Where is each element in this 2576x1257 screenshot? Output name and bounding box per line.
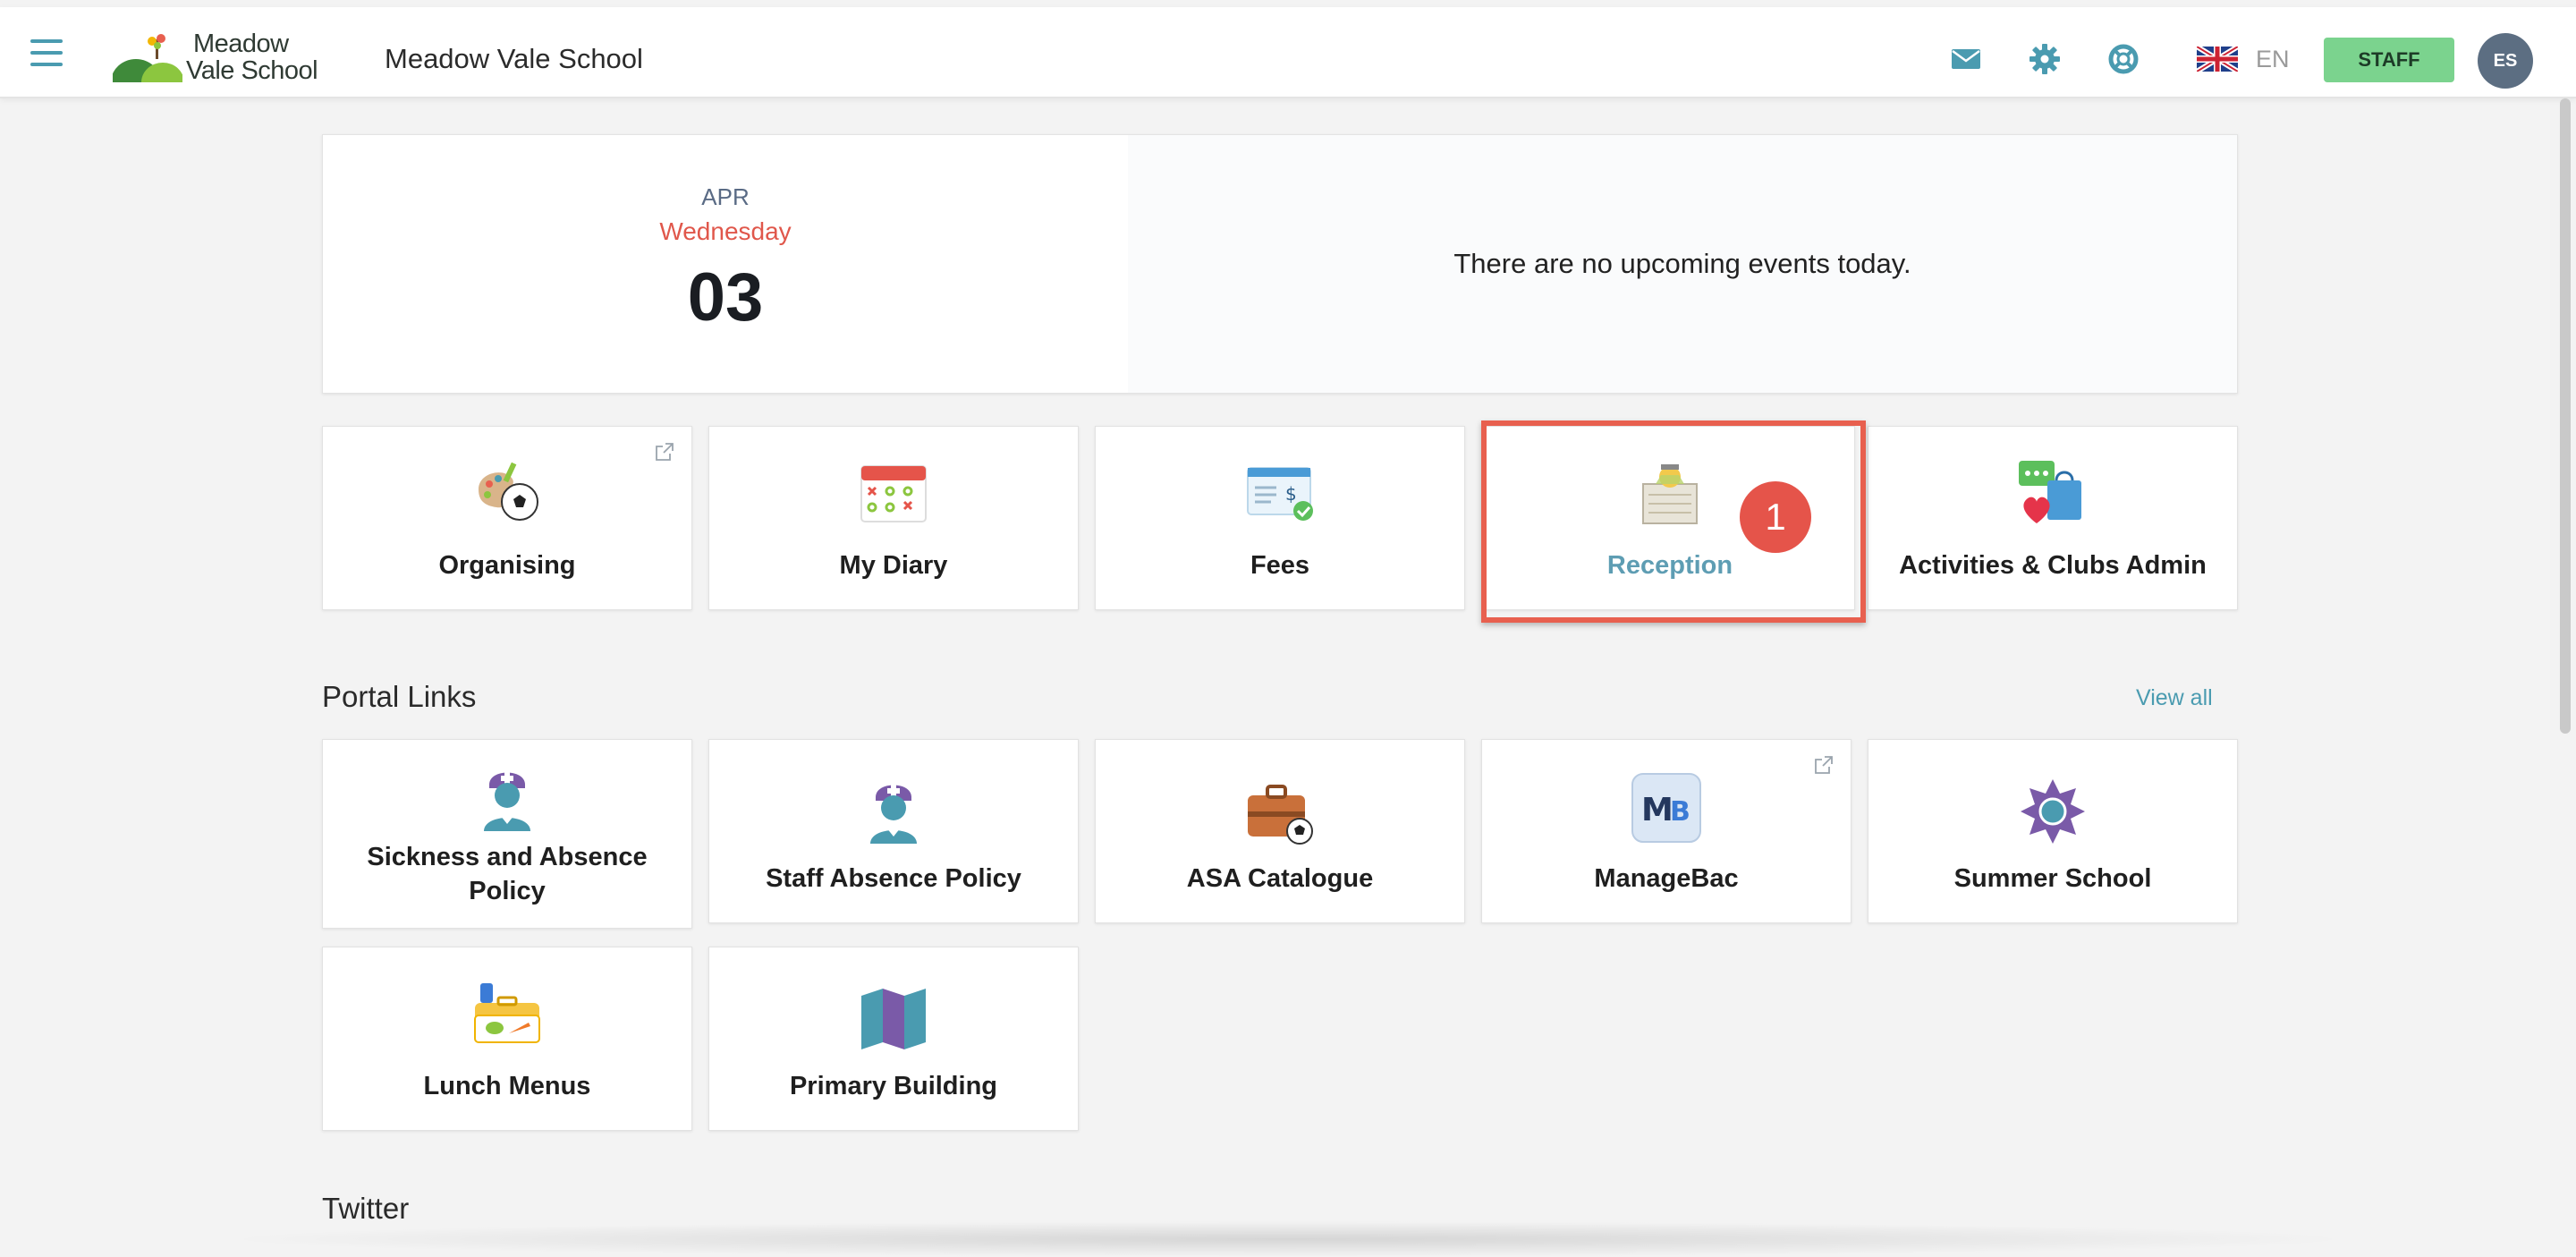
external-link-icon: [656, 443, 674, 461]
app-tile-activities-clubs-admin[interactable]: Activities & Clubs Admin: [1868, 426, 2238, 610]
portal-tile-label: Summer School: [1953, 864, 2152, 893]
sports-bag-icon: [1248, 785, 1313, 845]
gear-icon[interactable]: [2029, 43, 2061, 75]
portal-tile-label: ASA Catalogue: [1186, 864, 1374, 893]
uk-flag-icon: [2197, 47, 2238, 72]
app-tile-label: Fees: [1250, 551, 1310, 580]
portal-tile-summer-school[interactable]: Summer School: [1868, 739, 2238, 923]
lifebuoy-icon[interactable]: [2107, 43, 2140, 75]
staff-role-button[interactable]: STAFF: [2324, 38, 2454, 82]
step-badge: 1: [1740, 481, 1811, 553]
invoice-icon: $: [1247, 467, 1313, 521]
bottom-shadow: [215, 1221, 2361, 1257]
events-panel: There are no upcoming events today.: [1128, 135, 2237, 393]
portal-tile-asa-catalogue[interactable]: ASA Catalogue: [1095, 739, 1465, 923]
app-tile-label: Organising: [438, 551, 576, 580]
date-display: APR Wednesday 03: [323, 135, 1128, 393]
nurse-icon: [484, 772, 530, 831]
school-logo[interactable]: Meadow Vale School: [113, 25, 327, 88]
portal-links-title: Portal Links: [322, 680, 477, 713]
day-number: 03: [687, 259, 764, 335]
svg-text:M: M: [1641, 792, 1674, 828]
app-tile-label: Activities & Clubs Admin: [1899, 551, 2207, 580]
portal-tile-label: ManageBac: [1594, 864, 1739, 893]
top-navigation-bar: Meadow Vale School Meadow Vale School EN…: [0, 7, 2576, 98]
portal-tile-label: Staff Absence Policy: [766, 864, 1021, 893]
map-icon: [861, 989, 926, 1049]
language-code: EN: [2256, 45, 2290, 72]
envelope-icon[interactable]: [1950, 43, 1982, 75]
portal-tile-sickness-absence-policy[interactable]: Sickness and Absence Policy: [322, 739, 692, 929]
portal-tile-lunch-menus[interactable]: Lunch Menus: [322, 947, 692, 1131]
app-tile-my-diary[interactable]: My Diary: [708, 426, 1079, 610]
chat-shopping-bag-icon: [2019, 461, 2081, 523]
view-all-link[interactable]: View all: [2136, 685, 2213, 711]
lunchbox-icon: [474, 983, 540, 1043]
external-link-icon: [1815, 756, 1833, 774]
portal-tile-label: Primary Building: [789, 1072, 998, 1100]
calendar-icon: [860, 465, 927, 522]
portal-tile-label: Sickness and Absence Policy: [367, 843, 648, 905]
portal-tile-primary-building[interactable]: Primary Building: [708, 947, 1079, 1131]
menu-icon[interactable]: [30, 39, 63, 66]
portal-tile-staff-absence-policy[interactable]: Staff Absence Policy: [708, 739, 1079, 923]
portal-tile-managebac[interactable]: M B ManageBac: [1481, 739, 1852, 923]
logo-text: Meadow Vale School: [186, 30, 318, 84]
avatar[interactable]: ES: [2478, 33, 2533, 89]
nurse-icon: [870, 785, 917, 844]
app-tile-organising[interactable]: Organising: [322, 426, 692, 610]
svg-text:$: $: [1285, 483, 1297, 505]
today-card: APR Wednesday 03 There are no upcoming e…: [322, 134, 2238, 394]
app-tile-label: My Diary: [839, 551, 948, 580]
school-name: Meadow Vale School: [385, 43, 643, 74]
weekday-label: Wednesday: [659, 217, 792, 245]
no-events-message: There are no upcoming events today.: [1453, 248, 1911, 279]
month-label: APR: [701, 183, 750, 210]
sun-icon: [2021, 779, 2085, 844]
app-tile-fees[interactable]: $ Fees: [1095, 426, 1465, 610]
hills-tree-logo-icon: [113, 34, 182, 82]
vertical-scrollbar[interactable]: [2560, 98, 2571, 1251]
language-selector[interactable]: EN: [2197, 43, 2290, 75]
sports-palette-icon: [479, 462, 538, 521]
managebac-logo-icon: M B: [1631, 773, 1701, 843]
scrollbar-thumb[interactable]: [2560, 98, 2571, 734]
logo-line-2: Vale School: [186, 56, 318, 85]
logo-line-1: Meadow: [193, 30, 289, 58]
svg-text:B: B: [1670, 796, 1690, 828]
portal-tile-label: Lunch Menus: [423, 1072, 591, 1100]
